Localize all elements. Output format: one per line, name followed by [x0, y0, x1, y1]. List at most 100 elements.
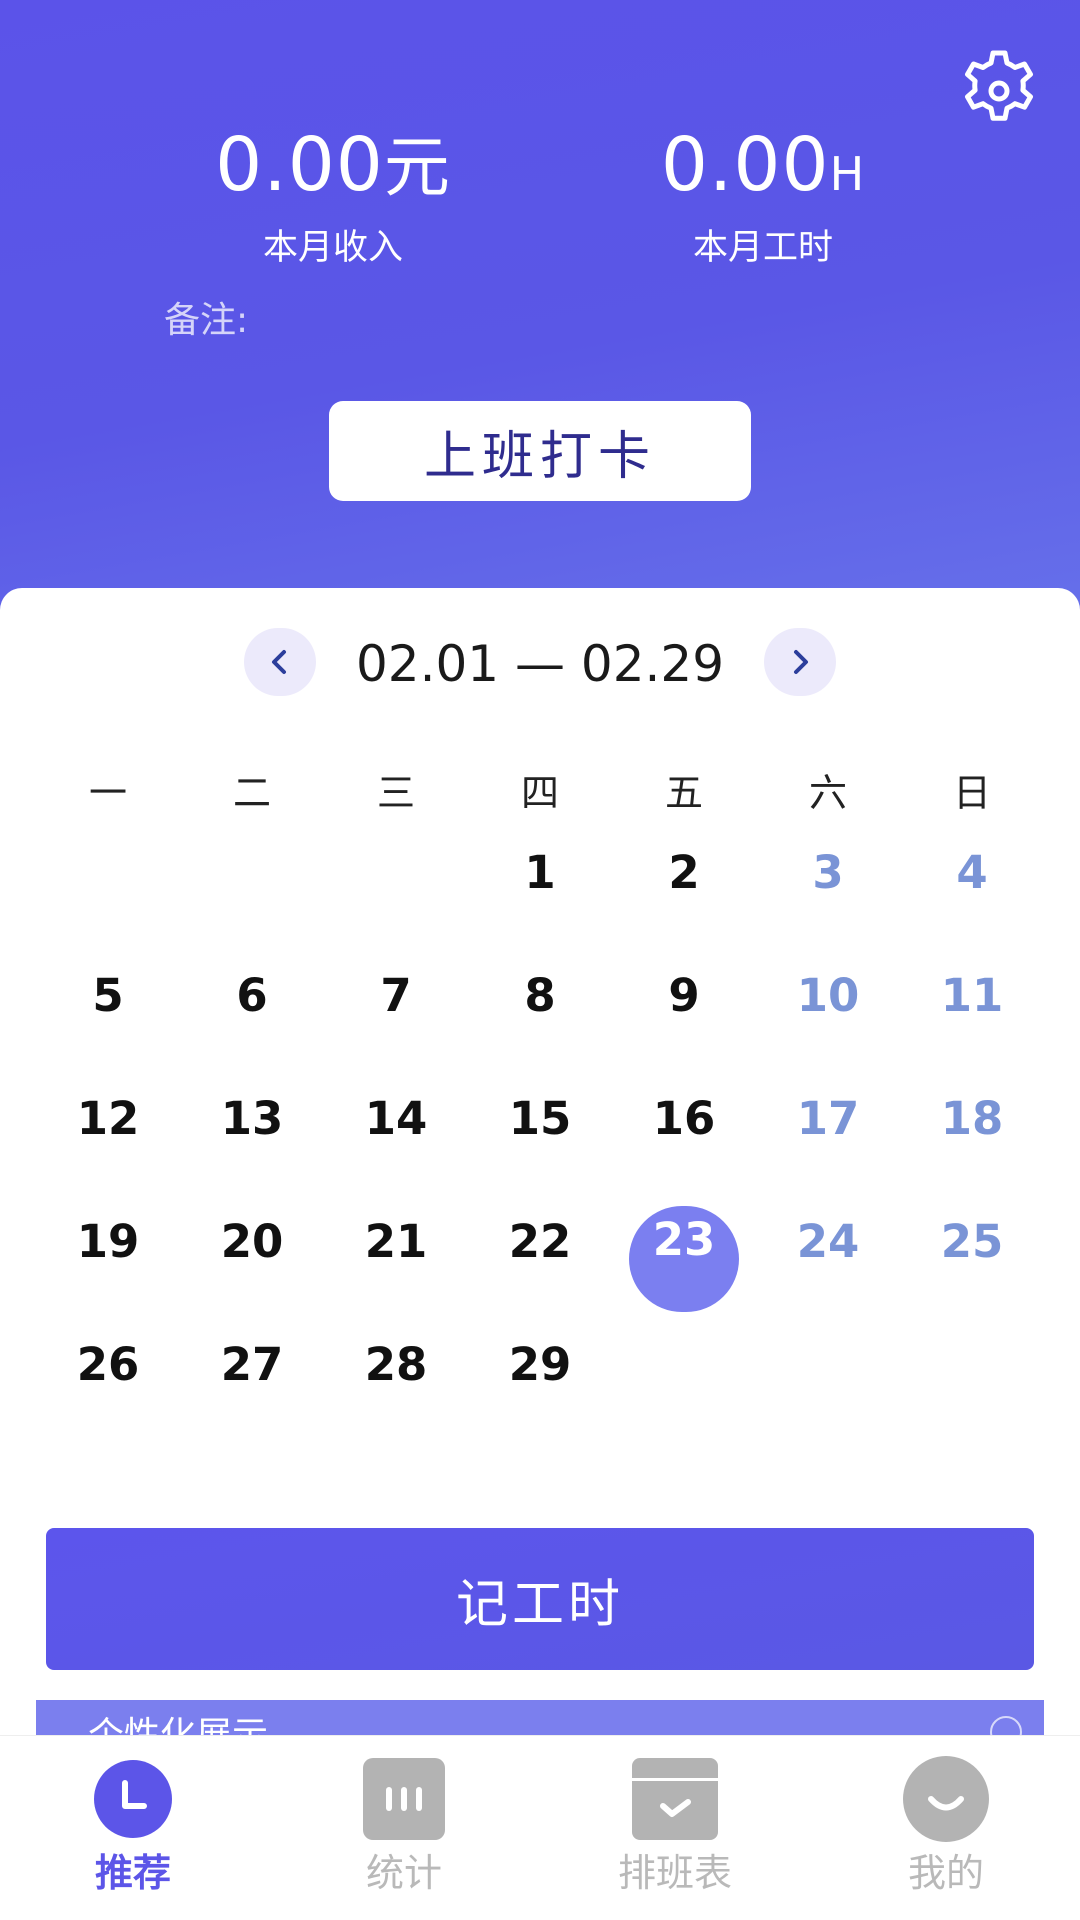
calendar-day[interactable]: 14	[324, 1071, 468, 1194]
calendar-day[interactable]: 10	[756, 948, 900, 1071]
remark-label[interactable]: 备注:	[164, 298, 248, 344]
day-number: 19	[76, 1215, 140, 1268]
calendar-day[interactable]: 9	[612, 948, 756, 1071]
calendar-day[interactable]: 24	[756, 1194, 900, 1317]
weekday-label: 四	[520, 771, 559, 815]
day-number: 20	[220, 1215, 284, 1268]
day-number: 18	[940, 1092, 1004, 1145]
summary-header: 0.00元 本月收入 0.00H 本月工时 备注: 上班打卡	[0, 0, 1080, 620]
day-number: 24	[796, 1215, 860, 1268]
day-number: 8	[524, 969, 556, 1022]
promo-banner[interactable]: 个性化展示	[36, 1700, 1044, 1736]
close-icon[interactable]	[990, 1716, 1022, 1736]
day-number: 28	[364, 1338, 428, 1391]
calendar-day[interactable]: 29	[468, 1317, 612, 1440]
calendar-empty-cell	[36, 825, 180, 948]
clock-icon	[94, 1760, 172, 1838]
calendar-day[interactable]: 19	[36, 1194, 180, 1317]
calendar-day[interactable]: 20	[180, 1194, 324, 1317]
weekday-label: 三	[376, 771, 415, 815]
month-navigator: 02.01 — 02.29	[0, 588, 1080, 738]
calendar-day[interactable]: 18	[900, 1071, 1044, 1194]
weekday-label: 日	[952, 771, 991, 815]
day-number: 29	[508, 1338, 572, 1391]
tab-profile[interactable]: 我的	[846, 1754, 1046, 1914]
day-number: 2	[668, 846, 700, 899]
day-number: 25	[940, 1215, 1004, 1268]
calendar-day[interactable]: 3	[756, 825, 900, 948]
day-number: 1	[524, 846, 556, 899]
calendar-day[interactable]: 17	[756, 1071, 900, 1194]
calendar-day[interactable]: 16	[612, 1071, 756, 1194]
calendar-empty-cell	[612, 1317, 756, 1440]
log-hours-button[interactable]: 记工时	[46, 1528, 1034, 1670]
income-value: 0.00元	[215, 122, 451, 208]
calendar-days-grid: 1 2 3 4 5 6 7 8 9 10 11 12 13 14 15 16 17 18 19 20 21 22 23 24 2…	[36, 825, 1044, 1440]
calendar-day-selected[interactable]: 23	[612, 1194, 756, 1317]
weekday-label: 二	[232, 771, 271, 815]
calendar-day[interactable]: 28	[324, 1317, 468, 1440]
calendar-day[interactable]: 1	[468, 825, 612, 948]
calendar-day[interactable]: 15	[468, 1071, 612, 1194]
day-number: 27	[220, 1338, 284, 1391]
date-range: 02.01 — 02.29	[355, 635, 725, 693]
calendar-day[interactable]: 11	[900, 948, 1044, 1071]
day-number: 4	[956, 846, 988, 899]
bar-stats-icon	[363, 1758, 445, 1840]
next-month-button[interactable]	[764, 628, 836, 696]
calendar-day[interactable]: 2	[612, 825, 756, 948]
tab-recommend[interactable]: 推荐	[33, 1754, 233, 1914]
weekday-label: 五	[664, 771, 703, 815]
day-number: 16	[652, 1092, 716, 1145]
weekday-header: 一 二 三 四 五 六 日	[36, 768, 1044, 818]
day-number: 13	[220, 1092, 284, 1145]
hours-label: 本月工时	[692, 228, 833, 268]
calendar-empty-cell	[756, 1317, 900, 1440]
calendar-day[interactable]: 25	[900, 1194, 1044, 1317]
calendar-day[interactable]: 6	[180, 948, 324, 1071]
day-number: 7	[380, 969, 412, 1022]
calendar-week-row: 5 6 7 8 9 10 11	[36, 948, 1044, 1071]
calendar-day[interactable]: 7	[324, 948, 468, 1071]
hours-value: 0.00H	[660, 122, 866, 208]
settings-button[interactable]	[952, 34, 1046, 128]
calendar-week-row: 26 27 28 29	[36, 1317, 1044, 1440]
chevron-right-icon	[794, 650, 808, 674]
chevron-left-icon	[272, 650, 286, 674]
prev-month-button[interactable]	[244, 628, 316, 696]
bottom-tab-bar: 推荐 统计 排班表 我的	[0, 1736, 1080, 1920]
tab-label: 排班表	[617, 1851, 732, 1895]
weekday-label: 一	[88, 771, 127, 815]
calendar-day[interactable]: 26	[36, 1317, 180, 1440]
smile-profile-icon	[903, 1756, 989, 1842]
day-number: 11	[940, 969, 1004, 1022]
tab-label: 推荐	[94, 1851, 171, 1895]
day-number: 26	[76, 1338, 140, 1391]
day-number: 6	[236, 969, 268, 1022]
app-screen: 0.00元 本月收入 0.00H 本月工时 备注: 上班打卡 02.01 — 0…	[0, 0, 1080, 1920]
checkin-button[interactable]: 上班打卡	[329, 401, 751, 501]
calendar-empty-cell	[324, 825, 468, 948]
day-number: 22	[508, 1215, 572, 1268]
calendar-empty-cell	[900, 1317, 1044, 1440]
calendar-day[interactable]: 21	[324, 1194, 468, 1317]
gear-icon	[965, 50, 1033, 121]
calendar-day[interactable]: 8	[468, 948, 612, 1071]
monthly-income: 0.00元 本月收入	[153, 120, 513, 270]
calendar-day[interactable]: 4	[900, 825, 1044, 948]
calendar-day[interactable]: 12	[36, 1071, 180, 1194]
day-number: 9	[668, 969, 700, 1022]
tab-statistics[interactable]: 统计	[304, 1754, 504, 1914]
monthly-hours: 0.00H 本月工时	[583, 120, 943, 270]
calendar-day[interactable]: 13	[180, 1071, 324, 1194]
calendar-day[interactable]: 27	[180, 1317, 324, 1440]
calendar-week-row: 12 13 14 15 16 17 18	[36, 1071, 1044, 1194]
calendar-day[interactable]: 5	[36, 948, 180, 1071]
tab-schedule[interactable]: 排班表	[575, 1754, 775, 1914]
day-number: 5	[92, 969, 124, 1022]
calendar-day[interactable]: 22	[468, 1194, 612, 1317]
day-number: 10	[796, 969, 860, 1022]
weekday-label: 六	[808, 771, 847, 815]
day-number: 21	[364, 1215, 428, 1268]
income-label: 本月收入	[262, 228, 403, 268]
